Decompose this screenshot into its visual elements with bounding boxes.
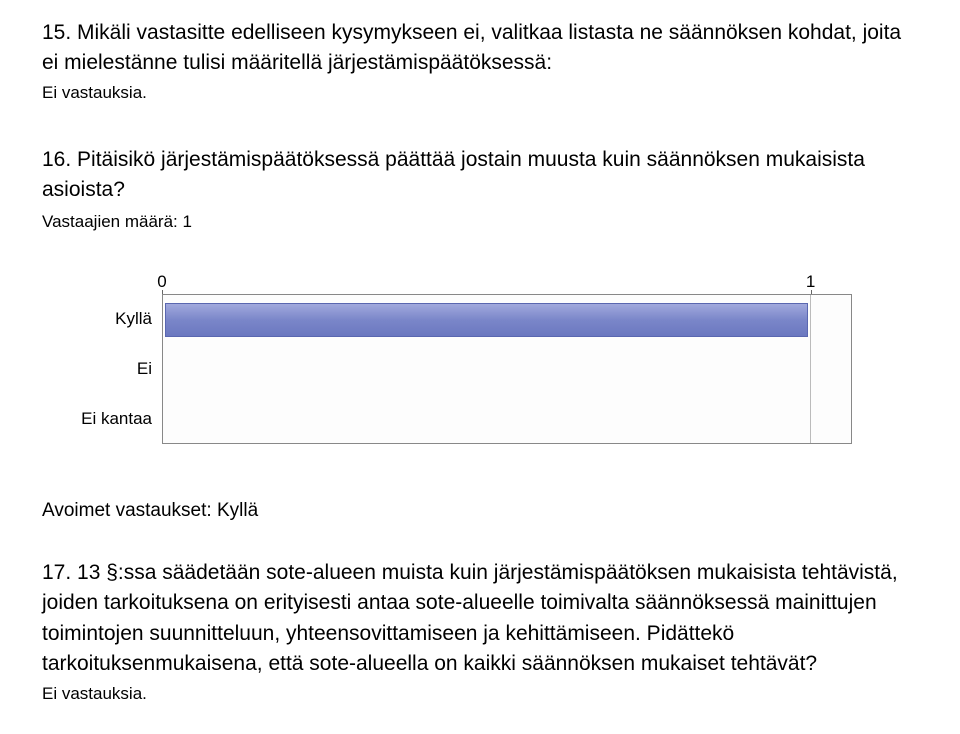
x-tick-0: 0 xyxy=(157,272,166,292)
chart-x-axis: 0 1 xyxy=(72,272,852,294)
q16-title: 16. Pitäisikö järjestämispäätöksessä pää… xyxy=(42,145,918,206)
q17-title: 17. 13 §:ssa säädetään sote-alueen muist… xyxy=(42,558,918,680)
q17-no-answer: Ei vastauksia. xyxy=(42,684,918,704)
bar-kylla xyxy=(165,303,808,337)
q16-chart: 0 1 Kyllä Ei Ei kantaa xyxy=(72,272,918,444)
x-tick-1: 1 xyxy=(806,272,815,292)
bar-ei-kantaa xyxy=(165,403,849,437)
open-answers-label: Avoimet vastaukset: Kyllä xyxy=(42,500,918,522)
y-label-ei-kantaa: Ei kantaa xyxy=(72,409,162,429)
question-16: 16. Pitäisikö järjestämispäätöksessä pää… xyxy=(42,145,918,522)
question-15: 15. Mikäli vastasitte edelliseen kysymyk… xyxy=(42,18,918,103)
q15-title: 15. Mikäli vastasitte edelliseen kysymyk… xyxy=(42,18,918,79)
y-label-ei: Ei xyxy=(72,359,162,379)
bar-ei xyxy=(165,353,849,387)
y-label-kylla: Kyllä xyxy=(72,309,162,329)
q15-no-answer: Ei vastauksia. xyxy=(42,83,918,103)
q16-respondent-count: Vastaajien määrä: 1 xyxy=(42,212,918,232)
chart-plot-area xyxy=(162,294,852,444)
question-17: 17. 13 §:ssa säädetään sote-alueen muist… xyxy=(42,558,918,704)
